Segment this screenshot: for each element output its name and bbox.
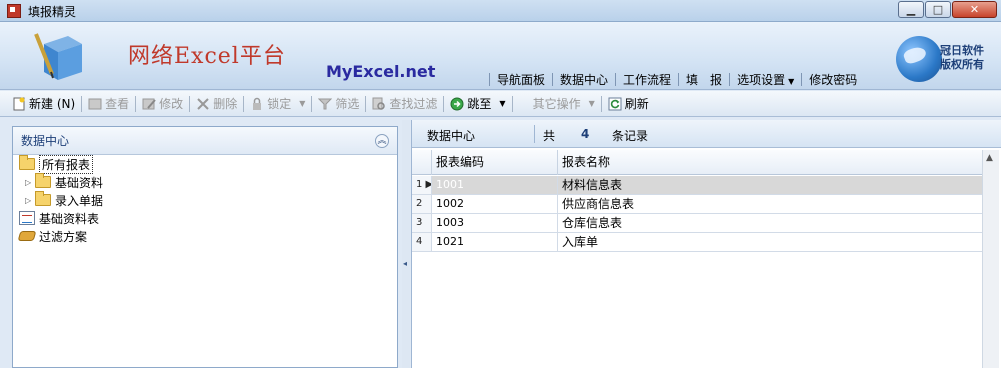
cell-code: 1001 bbox=[432, 176, 558, 194]
maximize-button[interactable]: □ bbox=[925, 1, 951, 18]
refresh-icon bbox=[608, 97, 622, 110]
collapse-left-icon[interactable]: ◂ bbox=[403, 259, 407, 268]
copyright: 冠日软件 版权所有 bbox=[940, 44, 984, 71]
chevron-down-icon: ▼ bbox=[499, 99, 506, 108]
nav-data-center[interactable]: 数据中心 bbox=[560, 71, 608, 88]
right-panel: 数据中心 共 4 条记录 报表编码 报表名称 1 ▶ 1001 材料信息表 2 … bbox=[411, 120, 1001, 368]
folder-open-icon bbox=[19, 155, 35, 170]
logo-cube-icon bbox=[34, 33, 82, 80]
record-count-prefix: 共 bbox=[543, 129, 556, 143]
view-icon bbox=[88, 98, 102, 109]
nav-options[interactable]: 选项设置 ▼ bbox=[737, 71, 794, 88]
expand-icon[interactable]: ▷ bbox=[25, 196, 35, 205]
column-header-code[interactable]: 报表编码 bbox=[432, 150, 558, 175]
panel-splitter[interactable]: ◂ bbox=[402, 120, 410, 368]
filter-scheme-icon bbox=[17, 231, 37, 241]
main-nav: 导航面板 数据中心 工作流程 填 报 选项设置 ▼ 修改密码 bbox=[482, 70, 857, 88]
record-count: 4 bbox=[581, 127, 590, 141]
cell-code: 1003 bbox=[432, 214, 558, 232]
tree-item-basic-data[interactable]: ▷ 基础资料 bbox=[25, 173, 103, 191]
tree-item-label: 基础资料 bbox=[55, 175, 104, 190]
tree-item-entry-documents[interactable]: ▷ 录入单据 bbox=[25, 191, 103, 209]
right-panel-header: 数据中心 共 4 条记录 bbox=[412, 120, 1001, 148]
row-indicator: 3 bbox=[412, 214, 432, 232]
cell-name: 材料信息表 bbox=[558, 176, 982, 194]
row-indicator: 4 bbox=[412, 233, 432, 251]
new-icon bbox=[13, 97, 25, 110]
table-row[interactable]: 2 1002 供应商信息表 bbox=[412, 195, 982, 214]
window-title: 填报精灵 bbox=[28, 5, 77, 19]
brand-title: 网络Excel平台 bbox=[128, 44, 286, 69]
delete-icon bbox=[197, 97, 209, 110]
toolbar: 新建 (N) 查看 修改 删除 锁定 ▼ 筛选 查找过滤 跳至 ▼ 其它操作 ▼ bbox=[0, 91, 1001, 117]
other-actions-button[interactable]: 其它操作 ▼ bbox=[519, 95, 595, 112]
left-panel-header: 数据中心 ︽ bbox=[13, 127, 397, 155]
filter-icon bbox=[318, 98, 333, 109]
app-icon bbox=[7, 4, 21, 18]
folder-icon bbox=[35, 173, 51, 188]
scroll-up-icon[interactable]: ▲ bbox=[986, 153, 993, 163]
globe-logo-icon bbox=[896, 36, 942, 82]
row-indicator: 2 bbox=[412, 195, 432, 213]
brand-subtitle: MyExcel.net bbox=[326, 62, 436, 81]
banner: 网络Excel平台 MyExcel.net 导航面板 数据中心 工作流程 填 报… bbox=[0, 22, 1001, 90]
table-row[interactable]: 3 1003 仓库信息表 bbox=[412, 214, 982, 233]
cell-name: 入库单 bbox=[562, 235, 599, 249]
chevron-down-icon: ▼ bbox=[788, 76, 795, 86]
tree-item-filter-schemes[interactable]: 过滤方案 bbox=[17, 227, 88, 245]
record-count-suffix: 条记录 bbox=[612, 129, 649, 143]
expand-icon[interactable]: ▷ bbox=[25, 178, 35, 187]
nav-fill-report[interactable]: 填 报 bbox=[686, 71, 722, 88]
jump-button[interactable]: 跳至 ▼ bbox=[450, 95, 506, 112]
filter-button[interactable]: 筛选 bbox=[318, 95, 359, 112]
left-panel-title: 数据中心 bbox=[21, 134, 70, 148]
new-button[interactable]: 新建 (N) bbox=[12, 95, 75, 112]
tree-item-label: 过滤方案 bbox=[39, 229, 88, 244]
find-filter-icon bbox=[372, 97, 386, 110]
edit-button[interactable]: 修改 bbox=[142, 95, 183, 112]
cell-code: 1021 bbox=[432, 233, 558, 251]
left-panel: 数据中心 ︽ 所有报表 ▷ 基础资料 ▷ 录入单据 基础资料表 过滤方案 bbox=[12, 126, 398, 368]
tree-item-label: 录入单据 bbox=[55, 193, 104, 208]
lock-icon bbox=[253, 97, 262, 110]
close-button[interactable]: ✕ bbox=[952, 1, 997, 18]
report-list-icon bbox=[19, 211, 35, 225]
delete-button[interactable]: 删除 bbox=[196, 95, 237, 112]
nav-workflow[interactable]: 工作流程 bbox=[623, 71, 671, 88]
lock-button[interactable]: 锁定 ▼ bbox=[250, 95, 305, 112]
refresh-button[interactable]: 刷新 bbox=[608, 95, 649, 112]
table-row[interactable]: 1 ▶ 1001 材料信息表 bbox=[412, 176, 982, 195]
folder-icon bbox=[35, 191, 51, 206]
minimize-button[interactable]: ▁ bbox=[898, 1, 924, 18]
nav-change-password[interactable]: 修改密码 bbox=[809, 71, 857, 88]
vertical-scrollbar[interactable]: ▲ bbox=[982, 150, 999, 368]
edit-icon bbox=[142, 98, 156, 109]
row-indicator: 1 ▶ bbox=[412, 176, 432, 194]
window-titlebar: 填报精灵 ▁ □ ✕ bbox=[0, 0, 1001, 22]
jump-icon bbox=[450, 97, 464, 110]
view-button[interactable]: 查看 bbox=[88, 95, 129, 112]
report-table: 报表编码 报表名称 1 ▶ 1001 材料信息表 2 1002 供应商信息表 3… bbox=[412, 148, 982, 368]
cell-name: 仓库信息表 bbox=[562, 216, 623, 230]
cell-code: 1002 bbox=[432, 195, 558, 213]
chevron-down-icon: ▼ bbox=[588, 99, 595, 108]
row-indicator-header bbox=[412, 150, 432, 175]
tree-item-all-reports[interactable]: 所有报表 bbox=[19, 154, 94, 174]
tree-item-label: 所有报表 bbox=[39, 154, 94, 174]
table-row[interactable]: 4 1021 入库单 bbox=[412, 233, 982, 252]
collapse-panel-icon[interactable]: ︽ bbox=[375, 134, 389, 148]
cell-name: 供应商信息表 bbox=[562, 197, 635, 211]
table-header: 报表编码 报表名称 bbox=[412, 150, 982, 175]
right-panel-title: 数据中心 bbox=[427, 129, 476, 143]
find-filter-button[interactable]: 查找过滤 bbox=[372, 95, 437, 112]
column-header-name[interactable]: 报表名称 bbox=[558, 150, 982, 175]
tree-item-basic-data-table[interactable]: 基础资料表 bbox=[19, 209, 99, 227]
chevron-down-icon: ▼ bbox=[299, 99, 306, 108]
nav-navigation-panel[interactable]: 导航面板 bbox=[497, 71, 545, 88]
tree-item-label: 基础资料表 bbox=[39, 211, 100, 226]
